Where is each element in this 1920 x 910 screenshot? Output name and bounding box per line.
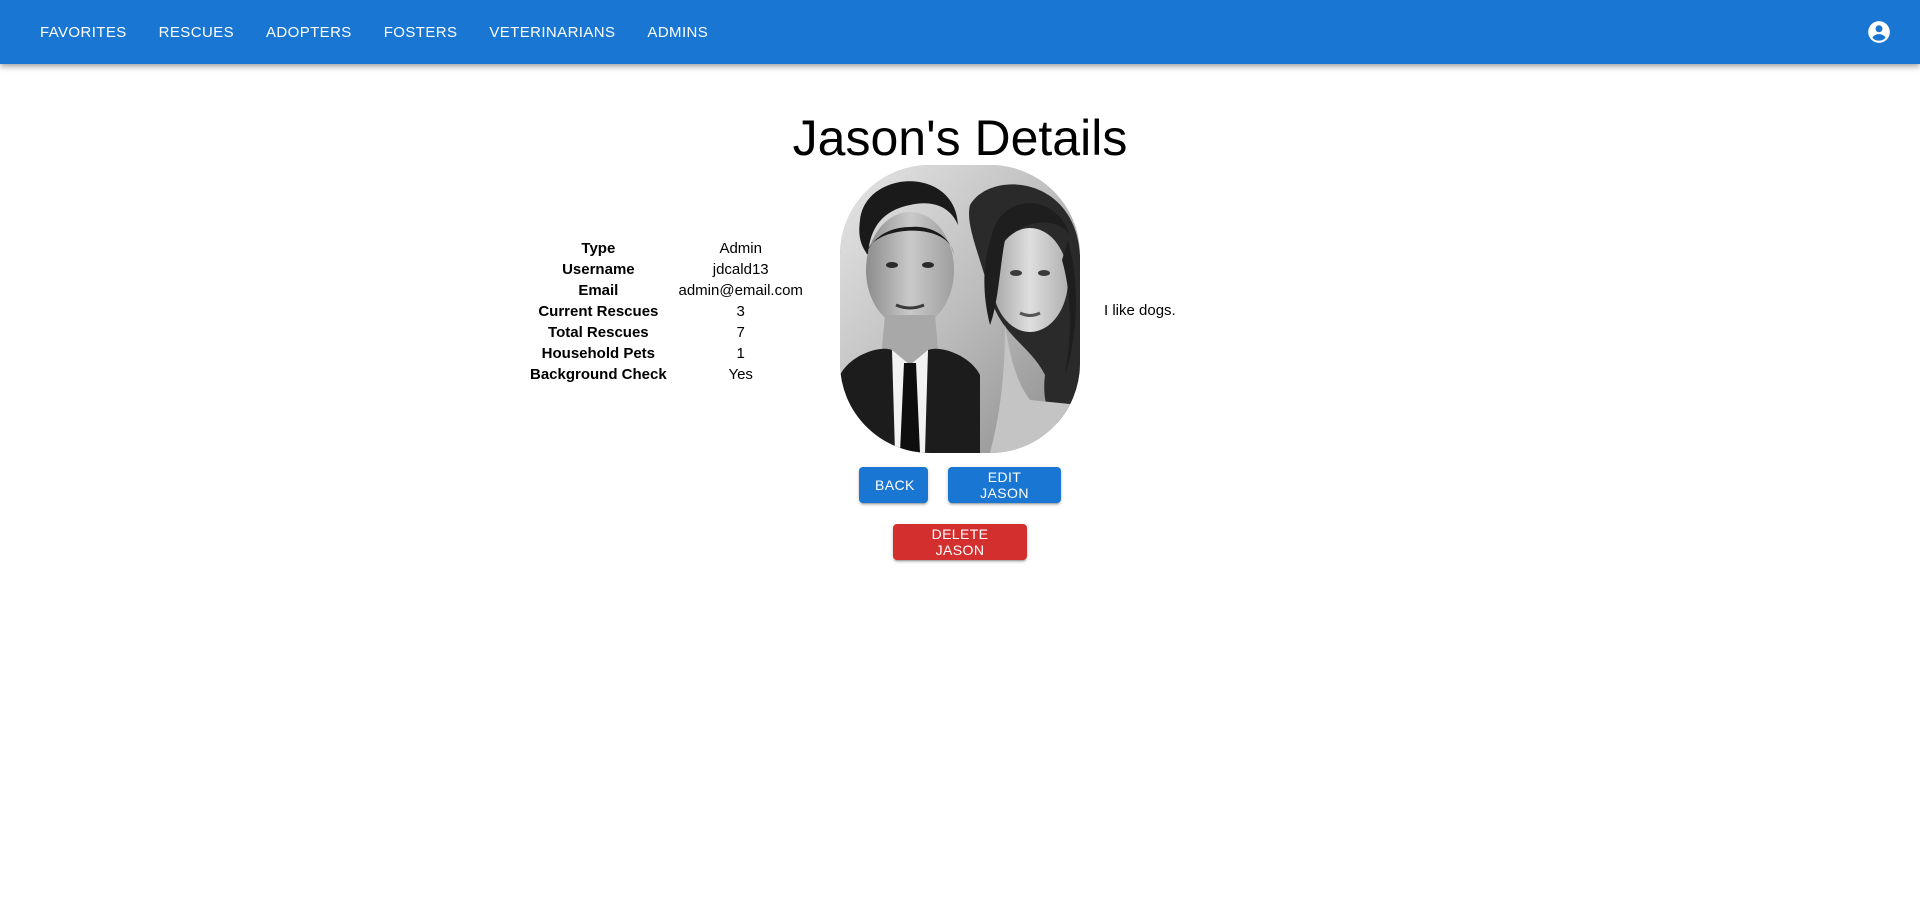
- detail-label: Household Pets: [541, 345, 656, 362]
- table-row: Household Pets 1: [526, 343, 811, 364]
- detail-label: Type: [581, 240, 616, 257]
- table-row: Type Admin: [526, 238, 811, 259]
- table-row: Total Rescues 7: [526, 322, 811, 343]
- detail-value: 3: [736, 303, 745, 320]
- nav-veterinarians[interactable]: VETERINARIANS: [473, 16, 631, 49]
- nav-fosters[interactable]: FOSTERS: [368, 16, 474, 49]
- edit-button[interactable]: EDIT JASON: [948, 467, 1061, 503]
- profile-photo: [840, 165, 1080, 453]
- delete-button[interactable]: DELETE JASON: [893, 524, 1027, 560]
- detail-value: jdcald13: [712, 261, 769, 278]
- detail-value: Admin: [719, 240, 762, 257]
- detail-label: Username: [562, 261, 635, 278]
- detail-value: admin@email.com: [678, 282, 803, 299]
- table-row: Username jdcald13: [526, 259, 811, 280]
- detail-label: Background Check: [530, 366, 667, 383]
- nav-adopters[interactable]: ADOPTERS: [250, 16, 368, 49]
- back-button[interactable]: BACK: [859, 467, 928, 503]
- bio-text: I like dogs.: [1104, 302, 1176, 319]
- account-circle-icon[interactable]: [1866, 19, 1892, 45]
- details-table: Type Admin Username jdcald13 Email admin…: [526, 238, 811, 385]
- detail-label: Current Rescues: [538, 303, 659, 320]
- nav-admins[interactable]: ADMINS: [631, 16, 724, 49]
- nav-favorites[interactable]: FAVORITES: [24, 16, 143, 49]
- detail-value: 7: [736, 324, 745, 341]
- table-row: Current Rescues 3: [526, 301, 811, 322]
- table-row: Background Check Yes: [526, 364, 811, 385]
- page-title: Jason's Details: [792, 110, 1128, 166]
- detail-value: 1: [736, 345, 745, 362]
- detail-value: Yes: [728, 366, 753, 383]
- app-bar: FAVORITES RESCUES ADOPTERS FOSTERS VETER…: [0, 0, 1920, 64]
- detail-label: Email: [578, 282, 619, 299]
- table-row: Email admin@email.com: [526, 280, 811, 301]
- main-nav: FAVORITES RESCUES ADOPTERS FOSTERS VETER…: [24, 0, 724, 64]
- nav-rescues[interactable]: RESCUES: [143, 16, 250, 49]
- detail-label: Total Rescues: [548, 324, 649, 341]
